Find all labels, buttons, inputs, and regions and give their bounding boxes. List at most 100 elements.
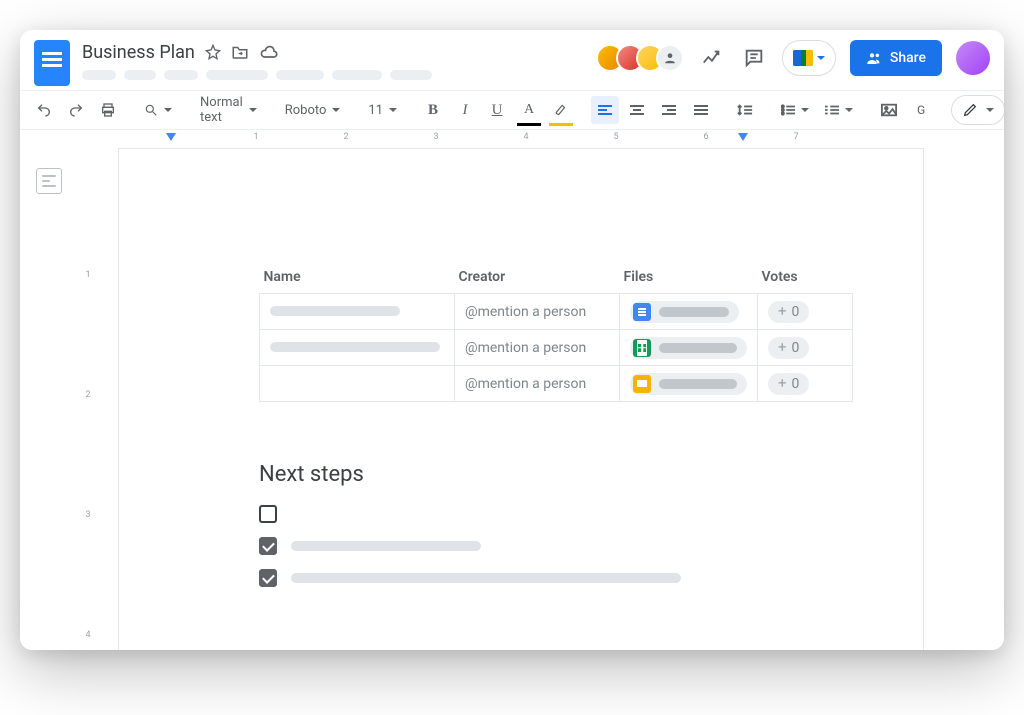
smart-table[interactable]: NameCreatorFilesVotes @mention a person +… (259, 269, 853, 402)
menu-item[interactable] (332, 70, 382, 80)
zoom-dropdown[interactable] (138, 96, 178, 124)
chevron-down-icon (845, 108, 853, 112)
format-toolbar: Normal text Roboto 11 B I U A G (20, 90, 1004, 130)
checkbox[interactable] (259, 505, 277, 523)
align-center-button[interactable] (623, 96, 651, 124)
cloud-saved-icon[interactable] (259, 44, 279, 60)
menu-item[interactable] (82, 70, 116, 80)
paragraph-style-dropdown[interactable]: Normal text (194, 96, 263, 124)
menu-item[interactable] (276, 70, 324, 80)
right-margin-marker-icon[interactable] (738, 133, 748, 141)
vote-chip[interactable]: +0 (768, 373, 809, 395)
share-button[interactable]: Share (850, 40, 942, 76)
editing-mode-button[interactable] (951, 95, 1004, 125)
italic-button[interactable]: I (451, 96, 479, 124)
text-color-button[interactable]: A (515, 96, 543, 124)
insert-link-button[interactable]: G (907, 96, 935, 124)
checklist-item[interactable] (259, 569, 853, 587)
outline-rail (20, 130, 78, 650)
file-chip[interactable] (630, 337, 747, 359)
vote-chip[interactable]: +0 (768, 301, 809, 323)
file-chip[interactable] (630, 301, 739, 323)
ruler-number: 1 (78, 270, 98, 280)
ruler-number: 7 (793, 132, 798, 142)
file-name-placeholder (659, 379, 737, 389)
indent-marker-icon[interactable] (166, 133, 176, 141)
bold-button[interactable]: B (419, 96, 447, 124)
font-size-dropdown[interactable]: 11 (362, 96, 403, 124)
vertical-ruler[interactable]: 1234 (78, 130, 98, 650)
move-folder-icon[interactable] (231, 44, 249, 60)
font-family-dropdown[interactable]: Roboto (279, 96, 347, 124)
show-outline-button[interactable] (36, 168, 62, 194)
ruler-number: 2 (78, 390, 98, 400)
plus-icon: + (778, 304, 787, 319)
plus-icon: + (778, 340, 787, 355)
menu-item[interactable] (206, 70, 268, 80)
account-avatar[interactable] (956, 41, 990, 75)
ruler-number: 5 (613, 132, 618, 142)
ruler-number: 1 (253, 132, 258, 142)
next-steps-section: Next steps (259, 462, 853, 587)
table-row[interactable]: @mention a person +0 (260, 366, 853, 402)
table-header: Votes (758, 269, 853, 294)
paragraph-style-label: Normal text (200, 95, 243, 125)
docs-logo-icon[interactable] (34, 40, 70, 86)
people-icon (866, 50, 882, 66)
underline-button[interactable]: U (483, 96, 511, 124)
redo-button[interactable] (62, 96, 90, 124)
comments-icon[interactable] (740, 44, 768, 72)
document-title[interactable]: Business Plan (82, 42, 195, 63)
ruler-number: 3 (78, 510, 98, 520)
ruler-number: 6 (703, 132, 708, 142)
table-header: Name (260, 269, 455, 294)
menu-item[interactable] (124, 70, 156, 80)
checkbox[interactable] (259, 569, 277, 587)
document-page[interactable]: NameCreatorFilesVotes @mention a person +… (118, 148, 924, 650)
mention-placeholder[interactable]: @mention a person (455, 366, 620, 402)
bulleted-list-button[interactable] (819, 96, 859, 124)
chevron-down-icon (164, 108, 172, 112)
checklist-button[interactable] (775, 96, 815, 124)
sheet-file-icon (633, 339, 651, 357)
placeholder-text (270, 342, 440, 352)
insert-image-button[interactable] (875, 96, 903, 124)
ruler-number: 2 (343, 132, 348, 142)
chevron-down-icon (817, 56, 825, 60)
table-header: Creator (455, 269, 620, 294)
vote-chip[interactable]: +0 (768, 337, 809, 359)
vote-count: 0 (792, 340, 800, 356)
file-chip[interactable] (630, 373, 747, 395)
vote-count: 0 (792, 304, 800, 320)
chevron-down-icon (249, 108, 257, 112)
checklist-item[interactable] (259, 537, 853, 555)
font-family-label: Roboto (285, 103, 327, 118)
line-spacing-button[interactable] (731, 96, 759, 124)
activity-icon[interactable] (698, 44, 726, 72)
align-justify-button[interactable] (687, 96, 715, 124)
checklist-item[interactable] (259, 505, 853, 523)
plus-icon: + (778, 376, 787, 391)
avatar-anonymous[interactable] (656, 44, 684, 72)
ruler-number: 4 (523, 132, 528, 142)
presence-avatars[interactable] (596, 44, 684, 72)
align-left-button[interactable] (591, 96, 619, 124)
horizontal-ruler[interactable]: 1234567 (98, 130, 1004, 148)
star-icon[interactable] (205, 44, 221, 60)
table-row[interactable]: @mention a person +0 (260, 294, 853, 330)
menu-bar[interactable] (82, 70, 584, 80)
highlight-button[interactable] (547, 96, 575, 124)
file-name-placeholder (659, 307, 729, 317)
print-button[interactable] (94, 96, 122, 124)
undo-button[interactable] (30, 96, 58, 124)
menu-item[interactable] (390, 70, 432, 80)
table-row[interactable]: @mention a person +0 (260, 330, 853, 366)
table-header: Files (620, 269, 758, 294)
align-right-button[interactable] (655, 96, 683, 124)
mention-placeholder[interactable]: @mention a person (455, 294, 620, 330)
mention-placeholder[interactable]: @mention a person (455, 330, 620, 366)
checkbox[interactable] (259, 537, 277, 555)
next-steps-heading: Next steps (259, 462, 853, 487)
menu-item[interactable] (164, 70, 198, 80)
meet-button[interactable] (782, 40, 836, 76)
